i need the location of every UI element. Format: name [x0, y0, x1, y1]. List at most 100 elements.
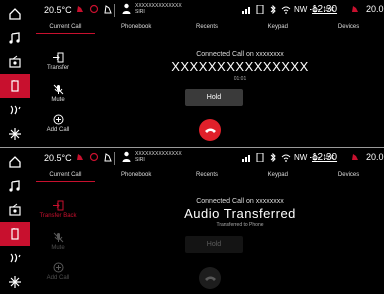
tab-devices[interactable]: Devices [313, 170, 384, 182]
phone-status-icon [256, 5, 264, 14]
media-button[interactable] [0, 26, 30, 50]
tab-phonebook[interactable]: Phonebook [101, 170, 172, 182]
apps-icon [9, 276, 21, 288]
seat-icon[interactable] [103, 4, 113, 14]
add-call-button[interactable]: Add Call [38, 114, 78, 133]
transfer-back-icon [52, 200, 63, 211]
call-timer: 01:01 [233, 76, 247, 82]
climate-button[interactable] [0, 246, 30, 270]
seat-heat-icon[interactable] [75, 152, 85, 162]
phone-button[interactable] [0, 222, 30, 246]
hold-button[interactable]: Hold [185, 89, 243, 106]
end-call-button[interactable] [199, 267, 221, 289]
passenger-climate: 20.0°C [350, 152, 384, 162]
signal-icon [242, 155, 250, 162]
add-call-button[interactable]: Add Call [38, 262, 78, 281]
steering-heat-icon[interactable] [89, 152, 99, 162]
phone-screen-connected: 20.5°C XXXXXXXXXXXXXX SIRI NW 15°C 12:30… [0, 0, 384, 147]
media-button[interactable] [0, 174, 30, 198]
phone-tabs: Current Call Phonebook Recents Keypad De… [30, 22, 384, 34]
driver-temp[interactable]: 20.5°C [44, 153, 72, 163]
phone-status-icon [256, 153, 264, 162]
climate-icon [10, 105, 21, 115]
home-icon [9, 8, 21, 20]
mute-icon [53, 232, 63, 243]
signal-icon [242, 7, 250, 14]
sidebar [0, 148, 30, 294]
transfer-back-label: Transfer Back [39, 213, 77, 219]
transfer-icon [52, 52, 63, 63]
hang-up-icon [204, 128, 216, 133]
tab-recents[interactable]: Recents [172, 170, 243, 182]
radio-button[interactable] [0, 50, 30, 74]
tab-recents[interactable]: Recents [172, 22, 243, 34]
seat-heat-passenger-icon[interactable] [350, 152, 360, 162]
home-button[interactable] [0, 150, 30, 174]
passenger-climate: 20.0°C [350, 4, 384, 14]
home-icon [9, 156, 21, 168]
clock[interactable]: 12:30 [312, 4, 337, 15]
user-subtext: SIRI [135, 157, 145, 163]
connected-label: Connected Call on xxxxxxxx [196, 51, 284, 58]
seat-heat-icon[interactable] [75, 4, 85, 14]
climate-icon [10, 253, 21, 263]
wifi-icon [281, 154, 291, 162]
tab-keypad[interactable]: Keypad [242, 22, 313, 34]
bluetooth-icon [270, 5, 276, 14]
call-info: Connected Call on xxxxxxxx XXXXXXXXXXXXX… [100, 51, 380, 82]
clock[interactable]: 12:30 [312, 152, 337, 163]
add-call-icon [53, 262, 63, 273]
hang-up-icon [204, 276, 216, 281]
transfer-back-button[interactable]: Transfer Back [38, 200, 78, 219]
steering-heat-icon[interactable] [89, 4, 99, 14]
transfer-title: Audio Transferred [184, 206, 296, 221]
apps-button[interactable] [0, 270, 30, 294]
user-profile[interactable]: XXXXXXXXXXXXXX SIRI [122, 151, 182, 163]
wifi-icon [281, 6, 291, 14]
phone-button[interactable] [0, 74, 30, 98]
end-call-button[interactable] [199, 119, 221, 141]
mute-icon [53, 84, 63, 95]
seat-icon[interactable] [103, 152, 113, 162]
mute-label: Mute [51, 97, 65, 103]
mute-label: Mute [51, 245, 65, 251]
tab-devices[interactable]: Devices [313, 22, 384, 34]
bluetooth-icon [270, 153, 276, 162]
compass: NW [294, 5, 308, 14]
tab-phonebook[interactable]: Phonebook [101, 22, 172, 34]
climate-button[interactable] [0, 98, 30, 122]
canvas: 20.5°C XXXXXXXXXXXXXX SIRI NW 15°C 12:30… [0, 0, 384, 294]
music-icon [9, 180, 20, 192]
hold-button[interactable]: Hold [185, 236, 243, 253]
transfer-button[interactable]: Transfer [38, 52, 78, 71]
user-subtext: SIRI [135, 9, 145, 15]
mute-button[interactable]: Mute [38, 232, 78, 251]
apps-button[interactable] [0, 122, 30, 146]
mute-button[interactable]: Mute [38, 84, 78, 103]
status-divider [114, 152, 115, 165]
music-icon [9, 32, 20, 44]
user-profile[interactable]: XXXXXXXXXXXXXX SIRI [122, 3, 182, 15]
status-bar: 20.5°C XXXXXXXXXXXXXX SIRI NW 15°C 12:30… [30, 148, 384, 169]
phone-icon [11, 228, 19, 240]
tab-current-call[interactable]: Current Call [30, 22, 101, 34]
radio-icon [9, 55, 21, 68]
phone-tabs: Current Call Phonebook Recents Keypad De… [30, 170, 384, 182]
transfer-label: Transfer [46, 65, 70, 71]
passenger-temp[interactable]: 20.0°C [366, 152, 384, 162]
seat-heat-passenger-icon[interactable] [350, 4, 360, 14]
sidebar [0, 0, 30, 147]
phone-icon [11, 80, 19, 92]
connected-label: Connected Call on xxxxxxxx [196, 198, 284, 205]
tab-current-call[interactable]: Current Call [30, 170, 101, 182]
status-icons [75, 4, 113, 14]
passenger-temp[interactable]: 20.0°C [366, 4, 384, 14]
phone-screen-transferred: 20.5°C XXXXXXXXXXXXXX SIRI NW 15°C 12:30… [0, 148, 384, 294]
driver-temp[interactable]: 20.5°C [44, 5, 72, 15]
user-icon [122, 151, 131, 162]
radio-button[interactable] [0, 198, 30, 222]
compass: NW [294, 153, 308, 162]
transfer-subtitle: Transferred to Phone [216, 222, 264, 228]
tab-keypad[interactable]: Keypad [242, 170, 313, 182]
home-button[interactable] [0, 2, 30, 26]
